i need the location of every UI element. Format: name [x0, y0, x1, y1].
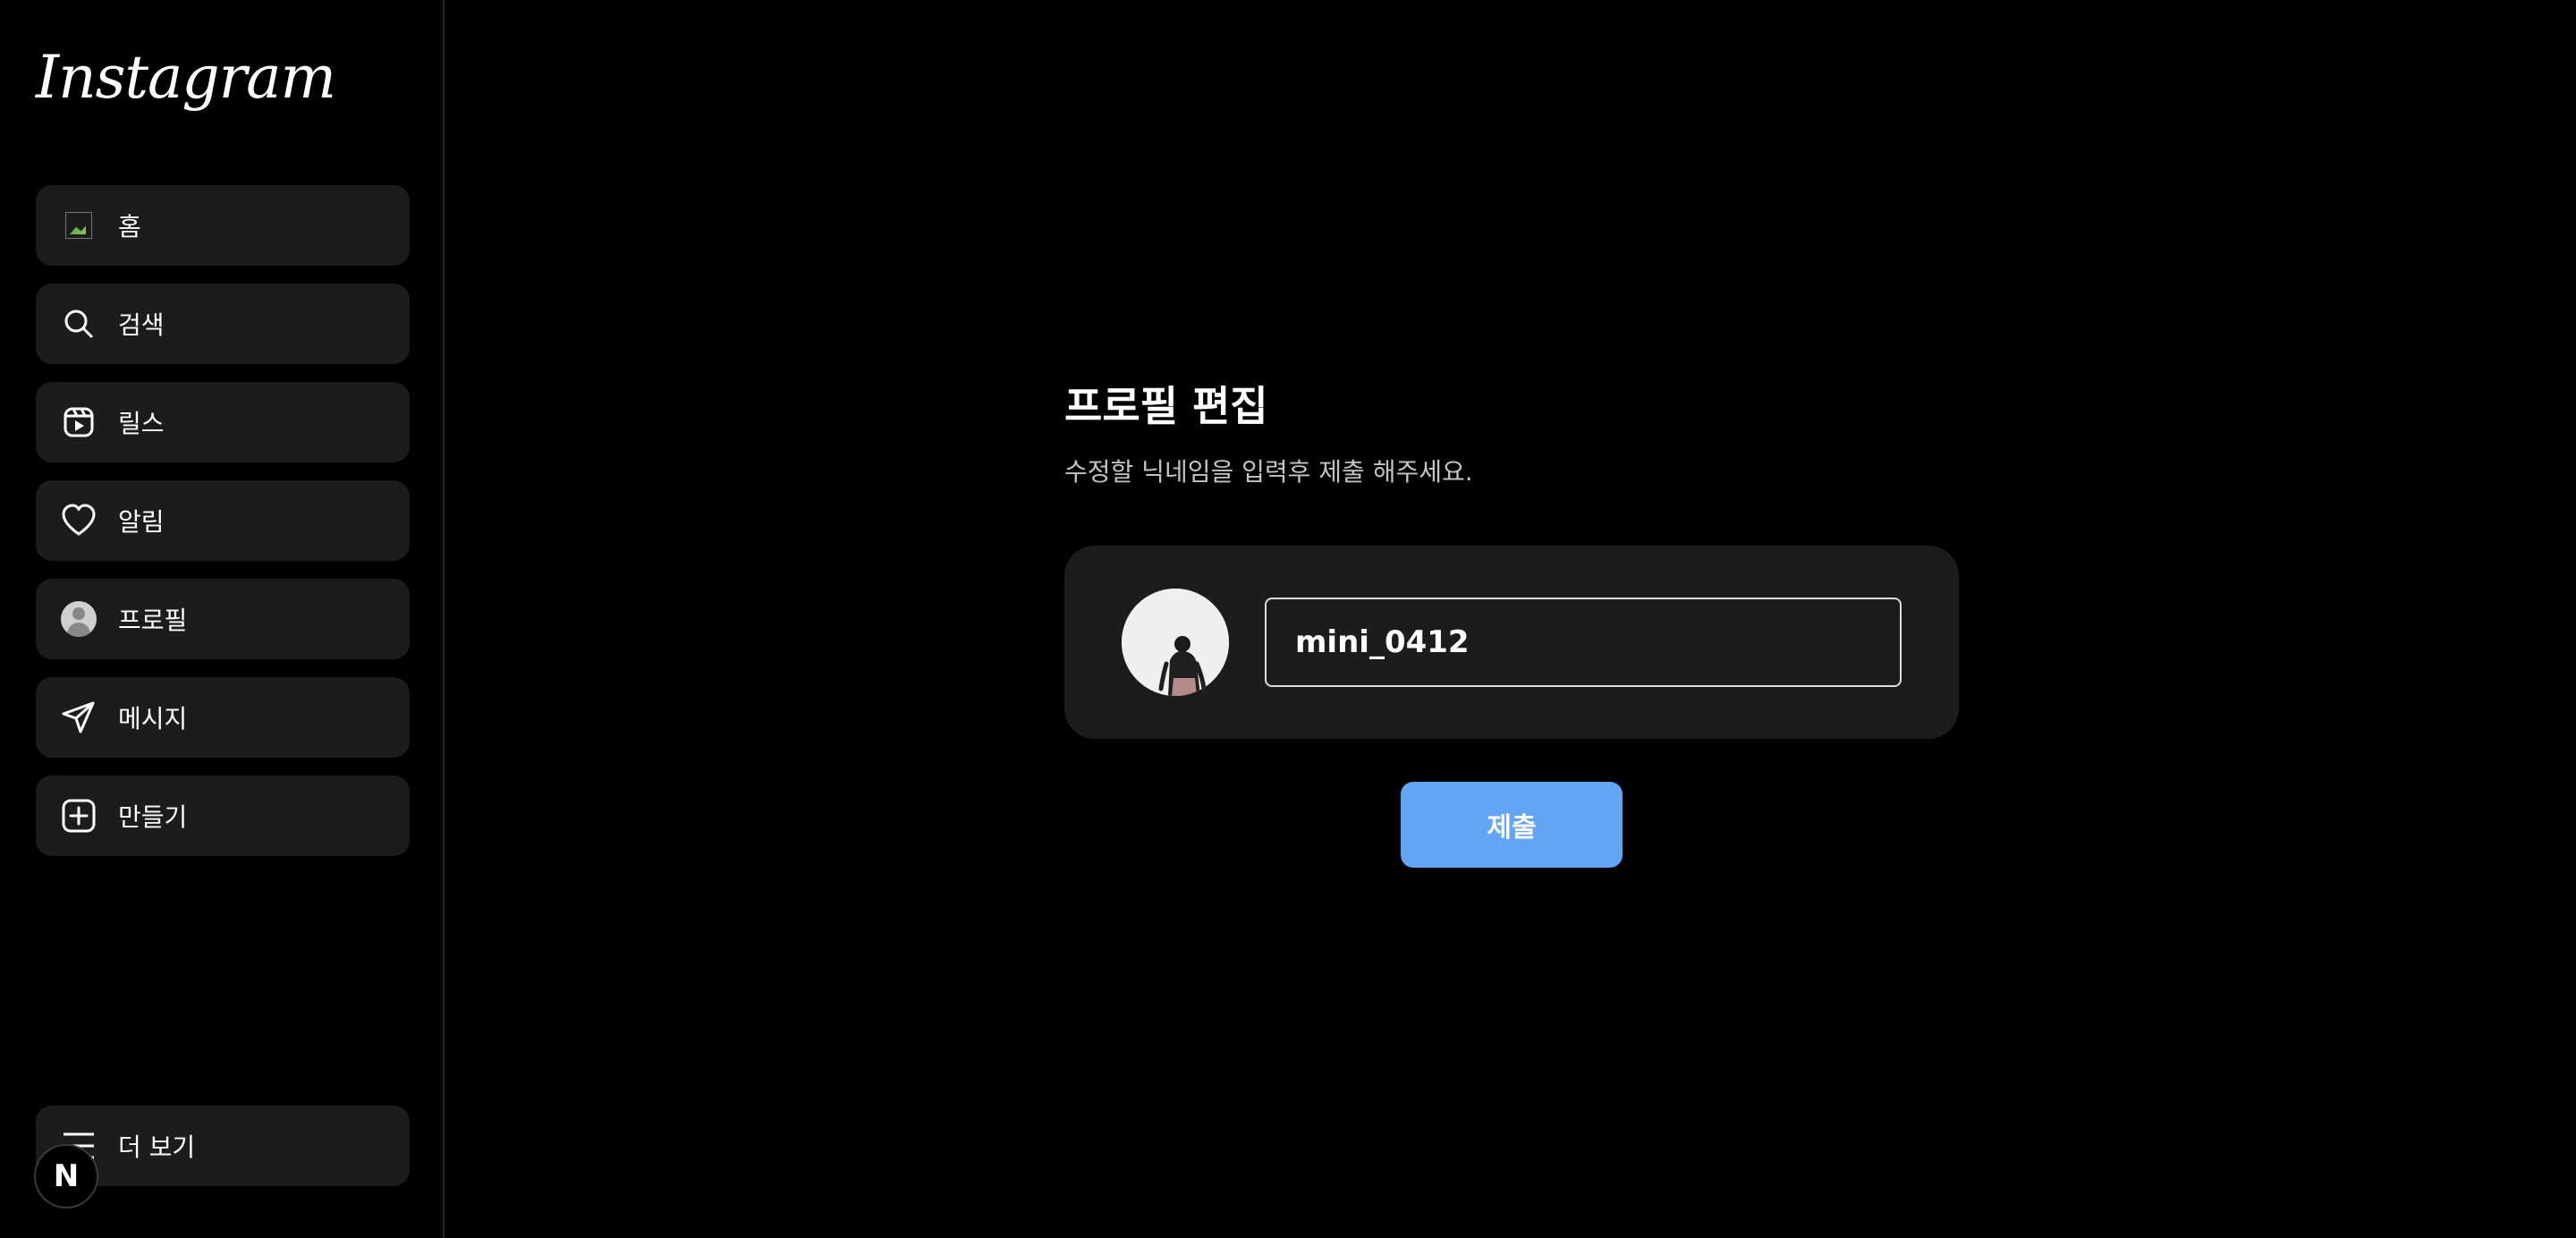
sidebar-item-home[interactable]: 홈: [36, 185, 410, 266]
sidebar-item-label: 홈: [118, 212, 141, 242]
sidebar-item-search[interactable]: 검색: [36, 284, 410, 364]
sidebar-item-reels[interactable]: 릴스: [36, 382, 410, 462]
sidebar-item-label: 검색: [118, 310, 165, 340]
sidebar-item-notifications[interactable]: 알림: [36, 480, 410, 561]
instagram-logo[interactable]: Instagram: [36, 43, 336, 112]
reels-icon: [61, 404, 97, 440]
sidebar-item-label: 프로필: [118, 606, 188, 635]
page-subtitle: 수정할 닉네임을 입력후 제출 해주세요.: [1064, 457, 1473, 487]
profile-avatar-icon: [61, 601, 97, 637]
submit-button[interactable]: 제출: [1401, 782, 1623, 868]
profile-edit-card: [1064, 546, 1959, 739]
dev-badge-letter: N: [53, 1158, 80, 1194]
sidebar-item-create[interactable]: 만들기: [36, 776, 410, 856]
sidebar-item-label: 더 보기: [118, 1132, 196, 1162]
sidebar-item-label: 릴스: [118, 409, 165, 438]
page-title: 프로필 편집: [1064, 382, 1268, 430]
send-icon: [61, 700, 97, 735]
dev-tools-badge[interactable]: N: [34, 1144, 98, 1208]
nickname-input[interactable]: [1265, 598, 1902, 687]
home-image-icon: [61, 208, 97, 243]
search-icon: [61, 306, 97, 342]
sidebar-item-messages[interactable]: 메시지: [36, 677, 410, 758]
sidebar-item-label: 만들기: [118, 802, 188, 832]
sidebar-item-label: 알림: [118, 507, 165, 537]
profile-avatar[interactable]: [1122, 589, 1229, 696]
sidebar-item-profile[interactable]: 프로필: [36, 579, 410, 659]
plus-square-icon: [61, 798, 97, 834]
sidebar-item-label: 메시지: [118, 704, 188, 733]
sidebar: Instagram 홈 검색 릴스 알림 프로필 메시지 만들기 더 보기: [0, 0, 445, 1238]
heart-icon: [61, 503, 97, 538]
